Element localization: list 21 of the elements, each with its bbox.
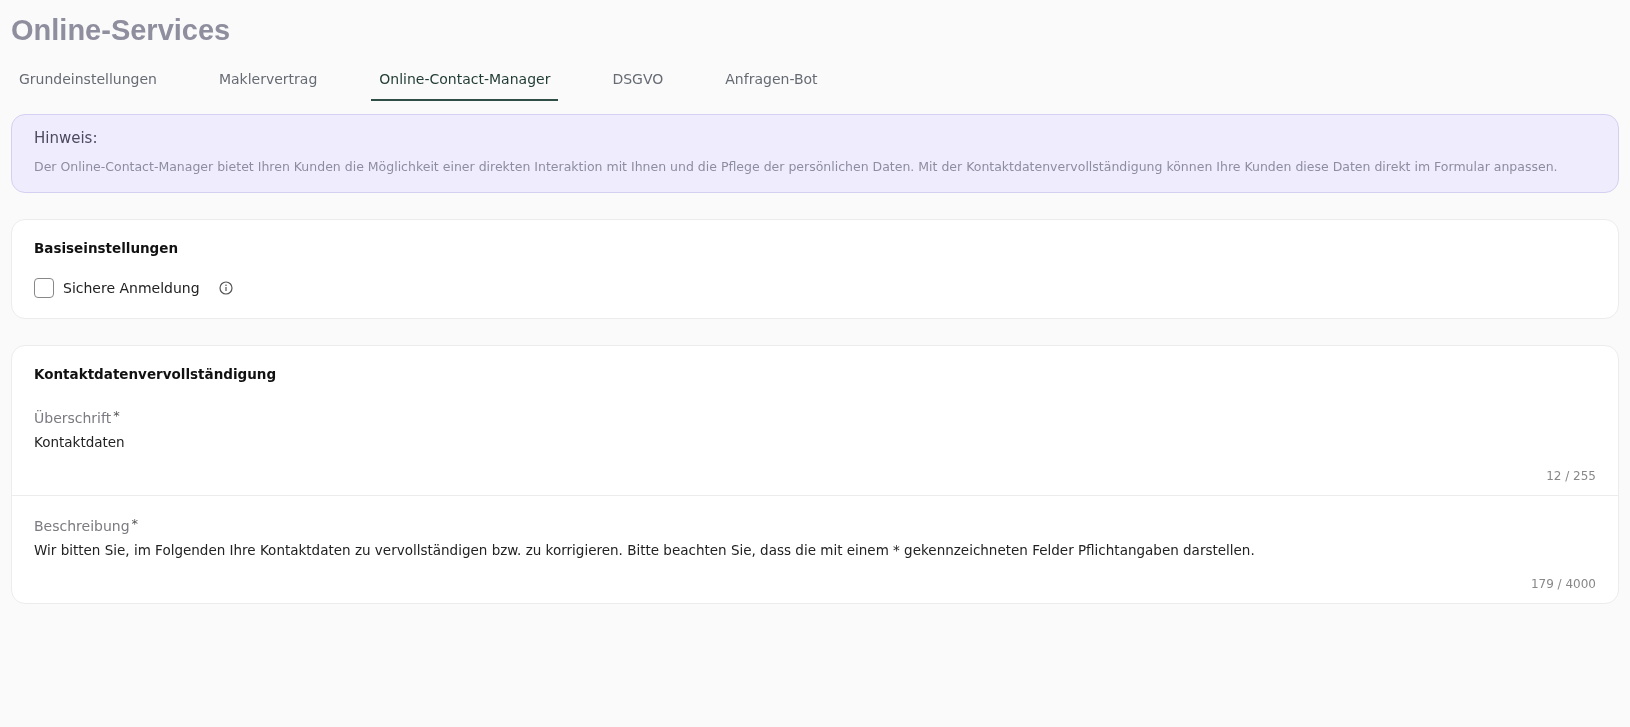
text-field[interactable]: Wir bitten Sie, im Folgenden Ihre Kontaktdaten zu vervollständigen bzw. zu korrigieren. Bitte beachten Sie, dass die mit einem * gekennzeichneten Felder Pflichtangaben darstellen.: [34, 541, 1596, 559]
section-heading: Kontaktdatenvervollständigung: [33, 365, 278, 382]
character-counter: 12 / 255: [1546, 469, 1596, 483]
tab[interactable]: Anfragen-Bot: [717, 63, 826, 101]
tab[interactable]: Online-Contact-Manager: [371, 63, 559, 101]
checkbox[interactable]: [34, 278, 54, 298]
notice-heading: Hinweis:: [34, 129, 99, 147]
character-counter: 179 / 4000: [1530, 577, 1596, 591]
text-field[interactable]: Kontaktdaten: [34, 433, 1596, 451]
tab[interactable]: DSGVO: [604, 63, 672, 101]
field-label: Beschreibung: [34, 518, 130, 534]
field-label: Überschrift: [34, 410, 112, 426]
required-mark: *: [131, 516, 139, 531]
checkbox-label: Sichere Anmeldung: [63, 280, 200, 296]
tab[interactable]: Grundeinstellungen: [11, 63, 165, 101]
info-icon[interactable]: [218, 281, 233, 295]
notice-text: Der Online-Contact-Manager bietet Ihren Kunden die Möglichkeit einer direkten Interaktion mit Ihnen und die Pflege der persönlichen Daten. Mit der Kontaktdatenvervollständigung können Ihre Kunden diese Daten direkt im Formular anpassen.: [34, 158, 1559, 176]
page-title: Online-Services: [11, 14, 232, 47]
section-heading: Basiseinstellungen: [33, 239, 180, 256]
tab[interactable]: Maklervertrag: [210, 63, 326, 101]
required-mark: *: [113, 408, 120, 423]
